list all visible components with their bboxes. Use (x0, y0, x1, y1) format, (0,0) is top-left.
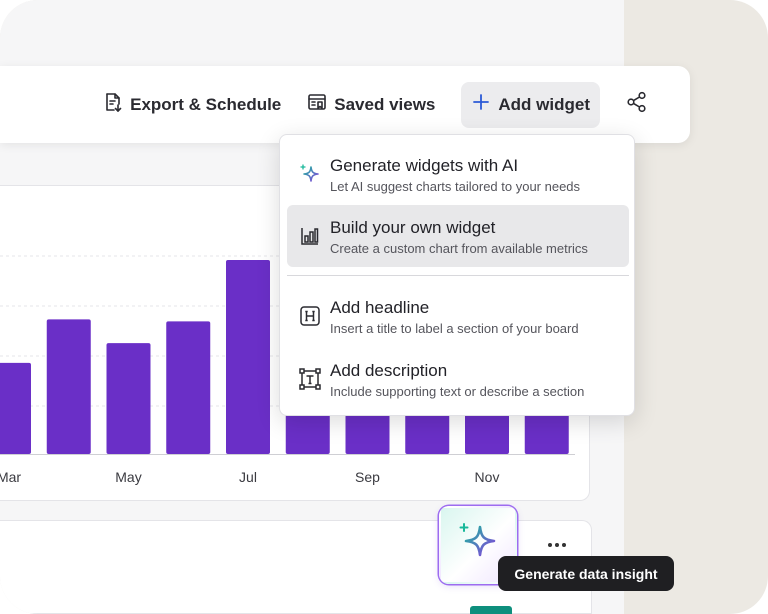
more-dot (555, 543, 559, 547)
text-box-icon (299, 368, 321, 390)
x-tick-label: May (115, 469, 141, 485)
menu-item-subtitle: Let AI suggest charts tailored to your n… (330, 179, 581, 194)
x-tick-label: Nov (475, 469, 500, 485)
share-icon (626, 91, 648, 118)
saved-views-label: Saved views (334, 94, 436, 114)
export-schedule-button[interactable]: Export & Schedule (91, 82, 293, 128)
file-export-icon (103, 92, 123, 117)
menu-item-subtitle: Include supporting text or describe a se… (330, 384, 585, 399)
bar-chart-icon (299, 225, 321, 247)
sparkle-icon (456, 521, 500, 570)
x-tick-label: Jul (239, 469, 257, 485)
bar-jun[interactable] (166, 321, 211, 454)
menu-item-generate-ai[interactable]: Generate widgets with AI Let AI suggest … (287, 143, 629, 205)
x-tick-label: Mar (0, 469, 21, 485)
add-widget-menu: Generate widgets with AI Let AI suggest … (279, 134, 635, 416)
share-button[interactable] (622, 90, 652, 120)
menu-item-subtitle: Insert a title to label a section of you… (330, 321, 579, 336)
menu-item-title: Generate widgets with AI (330, 156, 519, 175)
saved-views-button[interactable]: Saved views (295, 82, 447, 128)
bar-oct[interactable] (405, 414, 450, 454)
menu-item-add-description[interactable]: Add description Include supporting text … (287, 348, 629, 410)
dashboard-toolbar: Export & Schedule Saved views Add widget (0, 66, 690, 143)
menu-item-title: Build your own widget (330, 218, 496, 237)
add-widget-label: Add widget (498, 94, 590, 114)
menu-item-title: Add headline (330, 298, 430, 317)
bar-sep[interactable] (345, 414, 390, 454)
bar-mar[interactable] (0, 362, 31, 454)
more-options-button[interactable] (545, 535, 569, 555)
heading-icon (299, 305, 321, 327)
menu-divider (287, 275, 629, 276)
export-schedule-label: Export & Schedule (130, 94, 282, 114)
bar-dec[interactable] (524, 414, 569, 454)
more-dot (548, 543, 552, 547)
sparkle-icon (299, 163, 321, 185)
menu-item-add-headline[interactable]: Add headline Insert a title to label a s… (287, 285, 629, 347)
app-frame: Mar May Jul Sep Nov Export & Schedule Saved … (0, 0, 768, 614)
bar-jul[interactable] (226, 259, 270, 454)
menu-item-title: Add description (330, 361, 448, 380)
insight-tooltip: Generate data insight (498, 556, 674, 591)
plus-icon (471, 92, 491, 117)
saved-views-icon (307, 92, 327, 117)
add-widget-button[interactable]: Add widget (461, 81, 600, 128)
more-dot (562, 543, 566, 547)
bar-aug[interactable] (285, 414, 330, 454)
menu-item-build-widget[interactable]: Build your own widget Create a custom ch… (287, 205, 629, 267)
bar-apr[interactable] (46, 319, 91, 454)
bar-may[interactable] (106, 343, 151, 454)
menu-item-subtitle: Create a custom chart from available met… (330, 241, 588, 256)
teal-tab (470, 606, 512, 614)
bar-nov[interactable] (465, 414, 509, 454)
x-tick-label: Sep (355, 469, 380, 485)
